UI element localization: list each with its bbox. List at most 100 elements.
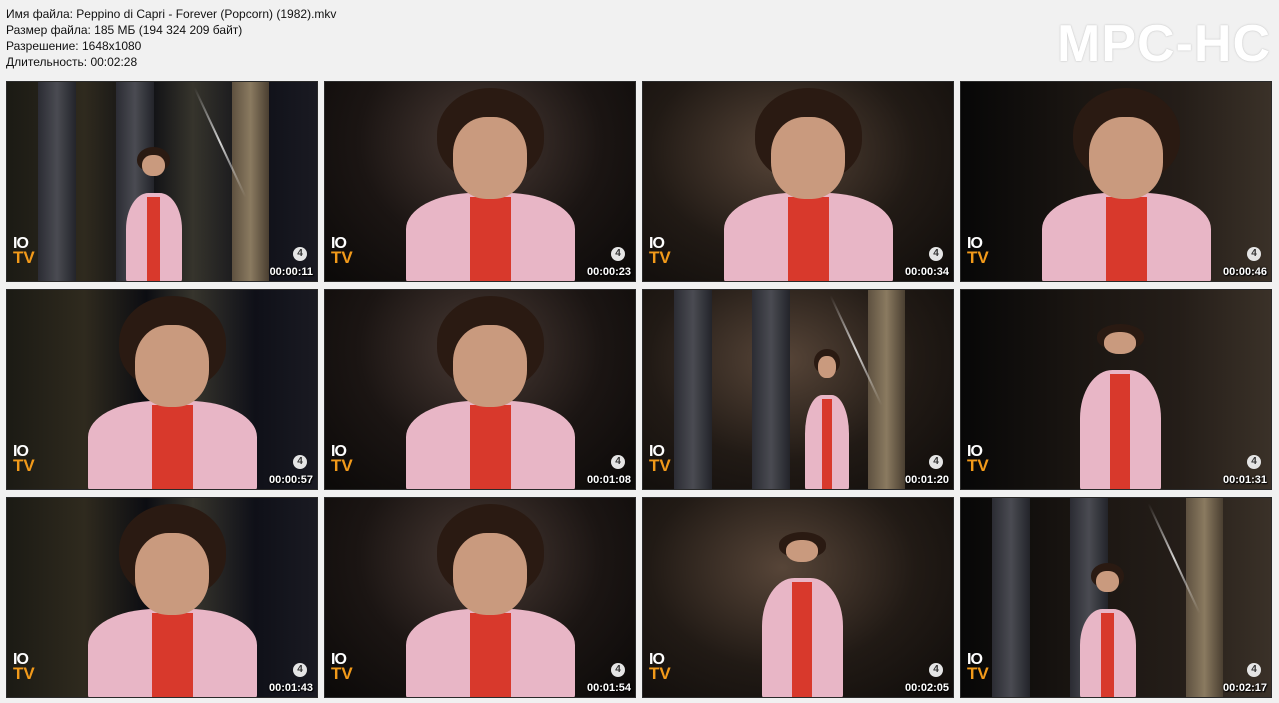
- channel-logo-bottom: TV: [967, 664, 989, 683]
- video-frame: [961, 498, 1271, 697]
- video-thumbnail: IO TV 4 00:00:11: [6, 81, 318, 282]
- stage-pillar: [752, 290, 790, 489]
- channel-logo: IO TV: [967, 652, 995, 683]
- channel-bug-icon: 4: [1247, 247, 1261, 261]
- video-thumbnail: IO TV 4 00:01:31: [960, 289, 1272, 490]
- face: [453, 325, 528, 407]
- channel-logo: IO TV: [967, 236, 995, 267]
- channel-logo: IO TV: [13, 236, 41, 267]
- channel-bug-icon: 4: [929, 247, 943, 261]
- file-info: Имя файла: Peppino di Capri - Forever (P…: [6, 6, 336, 70]
- channel-logo-bottom: TV: [331, 456, 353, 475]
- face: [135, 533, 210, 615]
- video-thumbnail: IO TV 4 00:02:17: [960, 497, 1272, 698]
- face: [818, 356, 836, 379]
- channel-logo-bottom: TV: [13, 248, 35, 267]
- face: [1103, 332, 1137, 355]
- red-shirt: [146, 196, 161, 281]
- face: [142, 154, 165, 177]
- thumbnail-timestamp: 00:01:43: [268, 682, 313, 694]
- thumbnail-timestamp: 00:02:17: [1222, 682, 1267, 694]
- thumbnail-grid: IO TV 4 00:00:11 IO TV 4 00:00:23 IO TV 4 00:00:34 I…: [6, 81, 1274, 698]
- channel-bug-icon: 4: [929, 663, 943, 677]
- channel-bug-icon: 4: [293, 247, 307, 261]
- channel-logo-bottom: TV: [13, 664, 35, 683]
- red-shirt: [1100, 612, 1115, 697]
- face: [135, 325, 210, 407]
- channel-logo-bottom: TV: [331, 248, 353, 267]
- channel-logo: IO TV: [649, 236, 677, 267]
- red-shirt: [821, 398, 833, 489]
- channel-logo-bottom: TV: [649, 456, 671, 475]
- video-thumbnail: IO TV 4 00:01:43: [6, 497, 318, 698]
- mpc-hc-logo: MPC-HC: [1057, 15, 1271, 73]
- channel-logo: IO TV: [967, 444, 995, 475]
- face: [771, 117, 846, 199]
- channel-bug-icon: 4: [611, 663, 625, 677]
- channel-logo: IO TV: [13, 652, 41, 683]
- thumbnail-timestamp: 00:01:54: [586, 682, 631, 694]
- stage-pillar: [38, 82, 76, 281]
- video-frame: [961, 290, 1271, 489]
- red-shirt: [1106, 196, 1147, 281]
- channel-logo: IO TV: [649, 444, 677, 475]
- channel-bug-icon: 4: [611, 455, 625, 469]
- thumbnail-timestamp: 00:00:23: [586, 266, 631, 278]
- thumbnail-timestamp: 00:01:31: [1222, 474, 1267, 486]
- video-frame: [325, 82, 635, 281]
- video-frame: [643, 82, 953, 281]
- channel-logo: IO TV: [331, 652, 359, 683]
- face: [1096, 570, 1119, 593]
- thumbnail-timestamp: 00:00:34: [904, 266, 949, 278]
- stage-pillar: [992, 498, 1030, 697]
- file-size: Размер файла: 185 МБ (194 324 209 байт): [6, 23, 243, 37]
- file-resolution: Разрешение: 1648x1080: [6, 39, 142, 53]
- video-thumbnail: IO TV 4 00:00:57: [6, 289, 318, 490]
- channel-bug-icon: 4: [611, 247, 625, 261]
- red-shirt: [470, 612, 511, 697]
- channel-bug-icon: 4: [293, 663, 307, 677]
- thumbnail-timestamp: 00:01:08: [586, 474, 631, 486]
- thumbnail-timestamp: 00:00:11: [269, 266, 313, 278]
- red-shirt: [470, 196, 511, 281]
- channel-logo-bottom: TV: [649, 248, 671, 267]
- channel-logo-bottom: TV: [967, 456, 989, 475]
- face: [785, 540, 819, 563]
- channel-logo-bottom: TV: [967, 248, 989, 267]
- face: [1089, 117, 1164, 199]
- video-frame: [7, 498, 317, 697]
- video-frame: [325, 290, 635, 489]
- channel-logo: IO TV: [331, 236, 359, 267]
- red-shirt: [152, 404, 193, 489]
- thumbnail-timestamp: 00:01:20: [904, 474, 949, 486]
- channel-logo-bottom: TV: [13, 456, 35, 475]
- video-thumbnail: IO TV 4 00:01:08: [324, 289, 636, 490]
- red-shirt: [152, 612, 193, 697]
- channel-logo-bottom: TV: [331, 664, 353, 683]
- channel-bug-icon: 4: [293, 455, 307, 469]
- thumbnail-timestamp: 00:00:46: [1222, 266, 1267, 278]
- face: [453, 533, 528, 615]
- thumbnail-timestamp: 00:02:05: [904, 682, 949, 694]
- video-thumbnail: IO TV 4 00:01:54: [324, 497, 636, 698]
- video-frame: [7, 82, 317, 281]
- video-thumbnail: IO TV 4 00:00:23: [324, 81, 636, 282]
- face: [453, 117, 528, 199]
- file-duration: Длительность: 00:02:28: [6, 55, 138, 69]
- channel-bug-icon: 4: [1247, 455, 1261, 469]
- channel-bug-icon: 4: [929, 455, 943, 469]
- channel-bug-icon: 4: [1247, 663, 1261, 677]
- video-thumbnail: IO TV 4 00:01:20: [642, 289, 954, 490]
- video-frame: [643, 498, 953, 697]
- channel-logo: IO TV: [649, 652, 677, 683]
- video-frame: [7, 290, 317, 489]
- video-thumbnail: IO TV 4 00:02:05: [642, 497, 954, 698]
- red-shirt: [788, 196, 829, 281]
- video-thumbnail: IO TV 4 00:00:46: [960, 81, 1272, 282]
- video-frame: [961, 82, 1271, 281]
- thumbnail-timestamp: 00:00:57: [268, 474, 313, 486]
- video-thumbnail: IO TV 4 00:00:34: [642, 81, 954, 282]
- stage-pillar: [674, 290, 712, 489]
- red-shirt: [1110, 374, 1130, 489]
- video-frame: [643, 290, 953, 489]
